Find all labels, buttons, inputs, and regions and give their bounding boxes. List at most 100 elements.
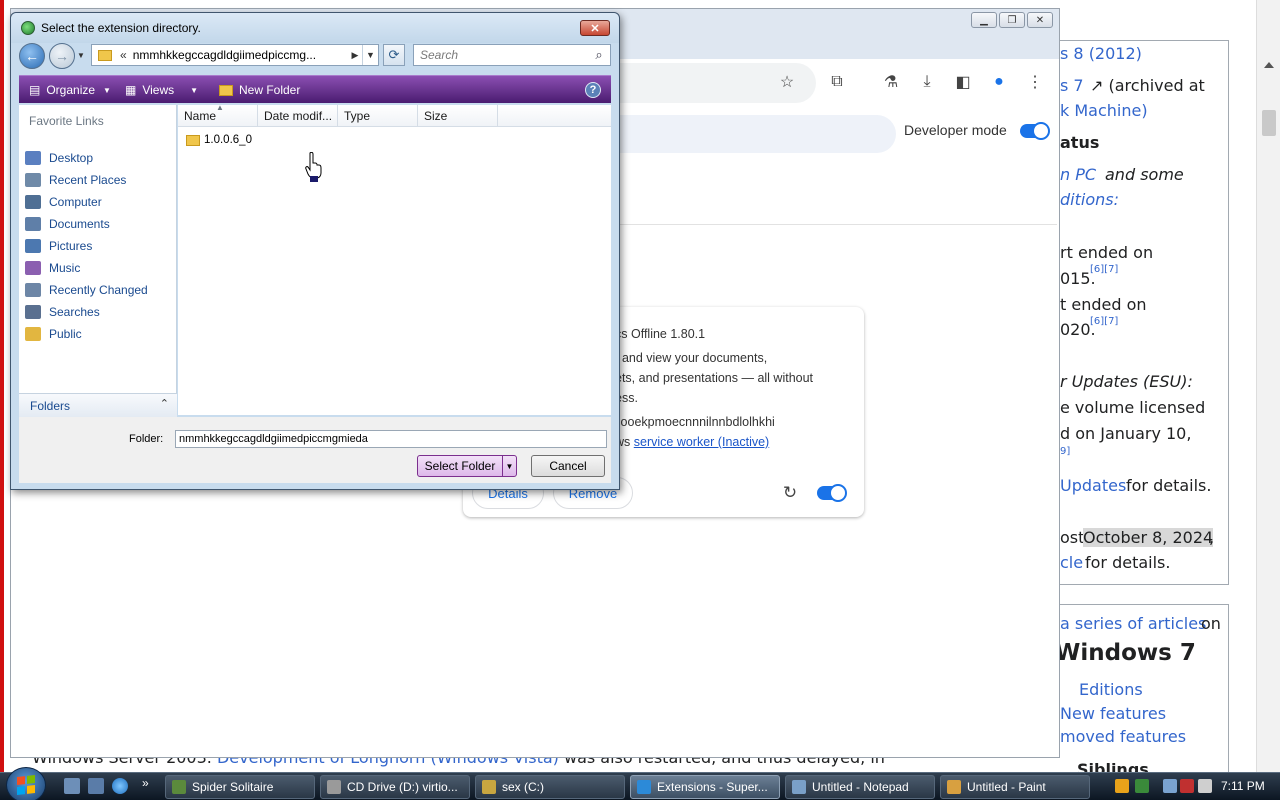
select-folder-button[interactable]: Select Folder ▼ (417, 455, 517, 477)
column-size[interactable]: Size (418, 105, 498, 127)
nav-item-public[interactable]: Public (25, 324, 173, 344)
views-button[interactable]: ▦ Views ▼ (125, 76, 198, 104)
extensions-search-box[interactable] (611, 115, 896, 153)
taskbar-item-c-drive[interactable]: sex (C:) (475, 775, 625, 799)
file-row[interactable]: 1.0.0.6_0 (186, 131, 252, 149)
breadcrumb-overflow-icon[interactable]: « (120, 48, 127, 62)
chevron-up-icon[interactable]: ⌃ (160, 397, 169, 410)
taskbar-item-notepad[interactable]: Untitled - Notepad (785, 775, 935, 799)
start-button[interactable] (6, 767, 46, 800)
recently-changed-icon (25, 283, 41, 297)
organize-button[interactable]: ▤ Organize ▼ (29, 76, 111, 104)
search-input[interactable]: Search (414, 48, 588, 62)
address-bar[interactable]: « nmmhkkegccagdldgiimedpiccmg... ▶ ▼ (91, 44, 379, 66)
nav-item-music[interactable]: Music (25, 258, 173, 278)
new-folder-button[interactable]: New Folder (219, 76, 300, 104)
show-desktop-icon[interactable] (64, 778, 80, 794)
hand-pointer-cursor-icon (305, 152, 322, 182)
taskbar: » Spider Solitaire CD Drive (D:) virtio..… (0, 767, 1280, 800)
series-navbox-frame (1058, 604, 1229, 772)
nav-item-label: Pictures (49, 239, 93, 253)
column-headers: Name Date modif... Type Size ▲ (178, 103, 611, 127)
column-size-label: Size (424, 109, 448, 123)
taskbar-item-cd-drive[interactable]: CD Drive (D:) virtio... (320, 775, 470, 799)
developer-mode-toggle[interactable] (1020, 122, 1050, 140)
recent-pages-chevron-icon[interactable]: ▼ (77, 51, 85, 60)
extension-enable-toggle[interactable] (817, 484, 847, 502)
extension-id: jjooekpmoecnnnilnnbdlolhkhi (615, 415, 775, 429)
windows-logo-icon (17, 775, 35, 795)
breadcrumb-arrow-icon[interactable]: ▶ (348, 50, 362, 61)
reload-extension-icon[interactable]: ↻ (777, 480, 803, 506)
side-panel-icon[interactable]: ◧ (950, 69, 976, 95)
extensions-browser-icon (637, 780, 651, 794)
nav-item-recent-places[interactable]: Recent Places (25, 170, 173, 190)
taskbar-item-extensions-browser[interactable]: Extensions - Super... (630, 775, 780, 799)
security-shield-icon[interactable] (1115, 779, 1129, 793)
cancel-button[interactable]: Cancel (531, 455, 605, 477)
select-split-dropdown-icon[interactable]: ▼ (502, 456, 516, 476)
back-arrow-icon[interactable]: ← (19, 43, 45, 69)
internet-explorer-icon[interactable] (112, 778, 128, 794)
desktop-icon (25, 151, 41, 165)
menu-kebab-icon[interactable]: ⋮ (1022, 69, 1048, 95)
minimize-icon[interactable]: ▁ (971, 12, 997, 28)
safely-remove-icon[interactable] (1135, 779, 1149, 793)
extensions-puzzle-icon[interactable]: ⧉ (824, 69, 850, 95)
favorite-links-heading: Favorite Links (29, 114, 104, 128)
search-icon[interactable]: ⌕ (588, 47, 610, 63)
file-name[interactable]: 1.0.0.6_0 (204, 134, 252, 146)
folder-input[interactable]: nmmhkkegccagdldgiimedpiccmgmieda (175, 430, 607, 448)
column-type[interactable]: Type (338, 105, 418, 127)
help-icon[interactable]: ? (585, 82, 601, 98)
public-icon (25, 327, 41, 341)
scroll-up-arrow-icon[interactable] (1264, 62, 1274, 68)
switch-windows-icon[interactable] (88, 778, 104, 794)
views-label: Views (142, 83, 175, 97)
network-icon[interactable] (1163, 779, 1177, 793)
taskbar-item-label: Untitled - Paint (967, 780, 1046, 794)
page-scrollbar[interactable] (1256, 0, 1280, 772)
browser-window-controls: ▁ ❐ ✕ (969, 12, 1053, 28)
paint-icon (947, 780, 961, 794)
refresh-icon[interactable]: ⟳ (383, 44, 405, 66)
folders-toggle[interactable]: Folders ⌃ (19, 393, 177, 417)
nav-item-label: Recently Changed (49, 283, 148, 297)
organize-label: Organize (46, 83, 96, 97)
chrome-app-icon (21, 21, 35, 35)
power-icon[interactable] (1198, 779, 1212, 793)
address-dropdown-icon[interactable]: ▼ (362, 45, 378, 65)
new-folder-icon (219, 84, 233, 96)
nav-item-desktop[interactable]: Desktop (25, 148, 173, 168)
address-path[interactable]: nmmhkkegccagdldgiimedpiccmg... (133, 48, 348, 62)
profile-avatar-icon[interactable]: ● (986, 69, 1012, 95)
restore-icon[interactable]: ❐ (999, 12, 1025, 28)
volume-muted-icon[interactable] (1180, 779, 1194, 793)
forward-arrow-icon[interactable]: → (49, 43, 75, 69)
quicklaunch-overflow-icon[interactable]: » (142, 776, 149, 790)
close-icon[interactable]: ✕ (1027, 12, 1053, 28)
service-worker-link[interactable]: service worker (Inactive) (634, 435, 769, 449)
nav-item-documents[interactable]: Documents (25, 214, 173, 234)
taskbar-item-spider-solitaire[interactable]: Spider Solitaire (165, 775, 315, 799)
nav-item-pictures[interactable]: Pictures (25, 236, 173, 256)
select-folder-label: Select Folder (424, 459, 496, 473)
nav-item-searches[interactable]: Searches (25, 302, 173, 322)
taskbar-item-paint[interactable]: Untitled - Paint (940, 775, 1090, 799)
extension-description-1: , and view your documents, (615, 351, 768, 365)
nav-item-computer[interactable]: Computer (25, 192, 173, 212)
dialog-titlebar: Select the extension directory. ✕ (11, 13, 619, 43)
file-list-pane: Name Date modif... Type Size ▲ 1.0.0.6_0 (178, 103, 611, 415)
download-icon[interactable]: ⤓ (914, 69, 940, 95)
developer-mode-label: Developer mode (904, 122, 1007, 138)
music-icon (25, 261, 41, 275)
clock[interactable]: 7:11 PM (1221, 779, 1265, 793)
search-box[interactable]: Search ⌕ (413, 44, 611, 66)
bookmark-star-icon[interactable]: ☆ (774, 69, 800, 95)
labs-flask-icon[interactable]: ⚗ (878, 69, 904, 95)
scrollbar-thumb[interactable] (1262, 110, 1276, 136)
column-date-modified[interactable]: Date modif... (258, 105, 338, 127)
dialog-close-button[interactable]: ✕ (580, 20, 610, 36)
nav-item-recently-changed[interactable]: Recently Changed (25, 280, 173, 300)
nav-item-label: Desktop (49, 151, 94, 165)
